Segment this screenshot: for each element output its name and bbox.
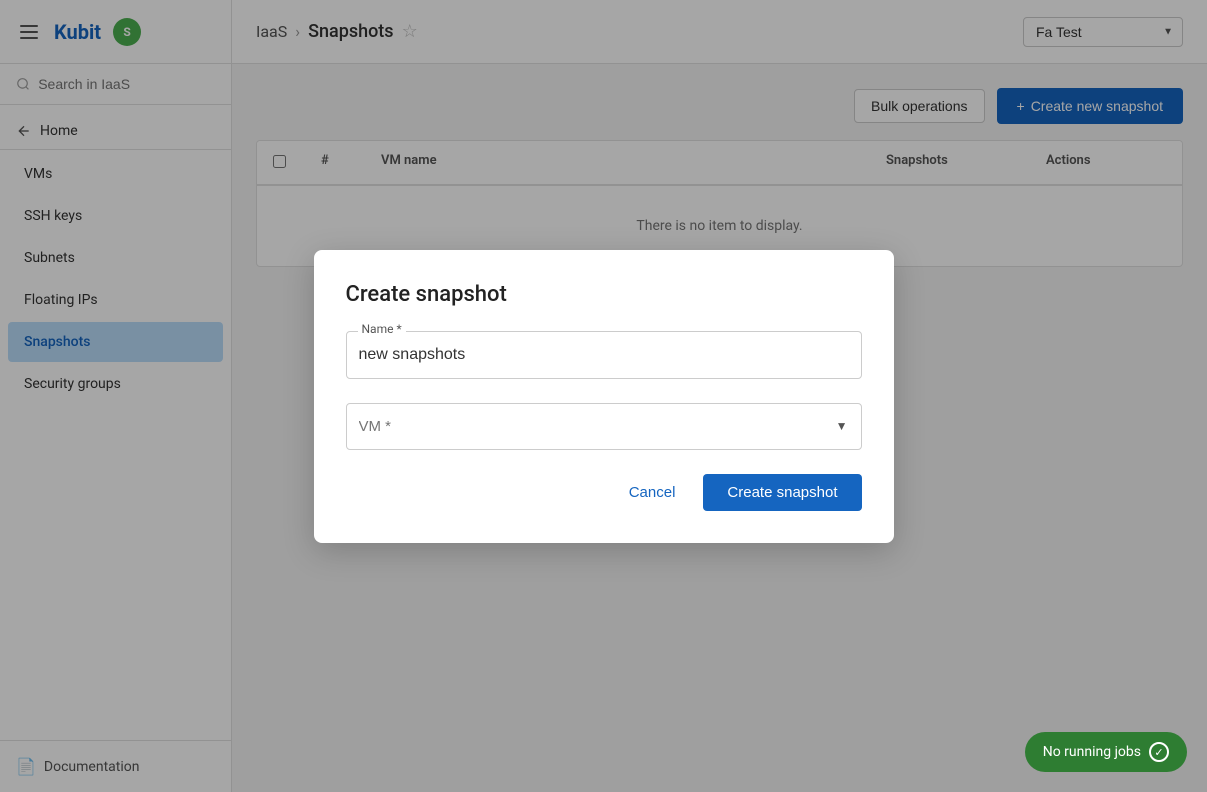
vm-select[interactable]: VM * — [346, 403, 862, 450]
cancel-button[interactable]: Cancel — [613, 474, 692, 511]
modal-actions: Cancel Create snapshot — [346, 474, 862, 511]
create-snapshot-button[interactable]: Create snapshot — [703, 474, 861, 511]
modal-title: Create snapshot — [346, 282, 862, 307]
vm-select-wrap: VM * — [346, 403, 862, 450]
modal-overlay: Create snapshot Name * VM * Cancel Creat… — [0, 0, 1207, 792]
name-field-group: Name * — [346, 331, 862, 379]
jobs-badge[interactable]: No running jobs ✓ — [1025, 732, 1187, 772]
create-snapshot-modal: Create snapshot Name * VM * Cancel Creat… — [314, 250, 894, 543]
check-circle-icon: ✓ — [1149, 742, 1169, 762]
no-running-jobs-label: No running jobs — [1043, 744, 1141, 760]
vm-field-group: VM * — [346, 403, 862, 450]
snapshot-name-input[interactable] — [346, 331, 862, 379]
name-label: Name * — [358, 322, 406, 336]
